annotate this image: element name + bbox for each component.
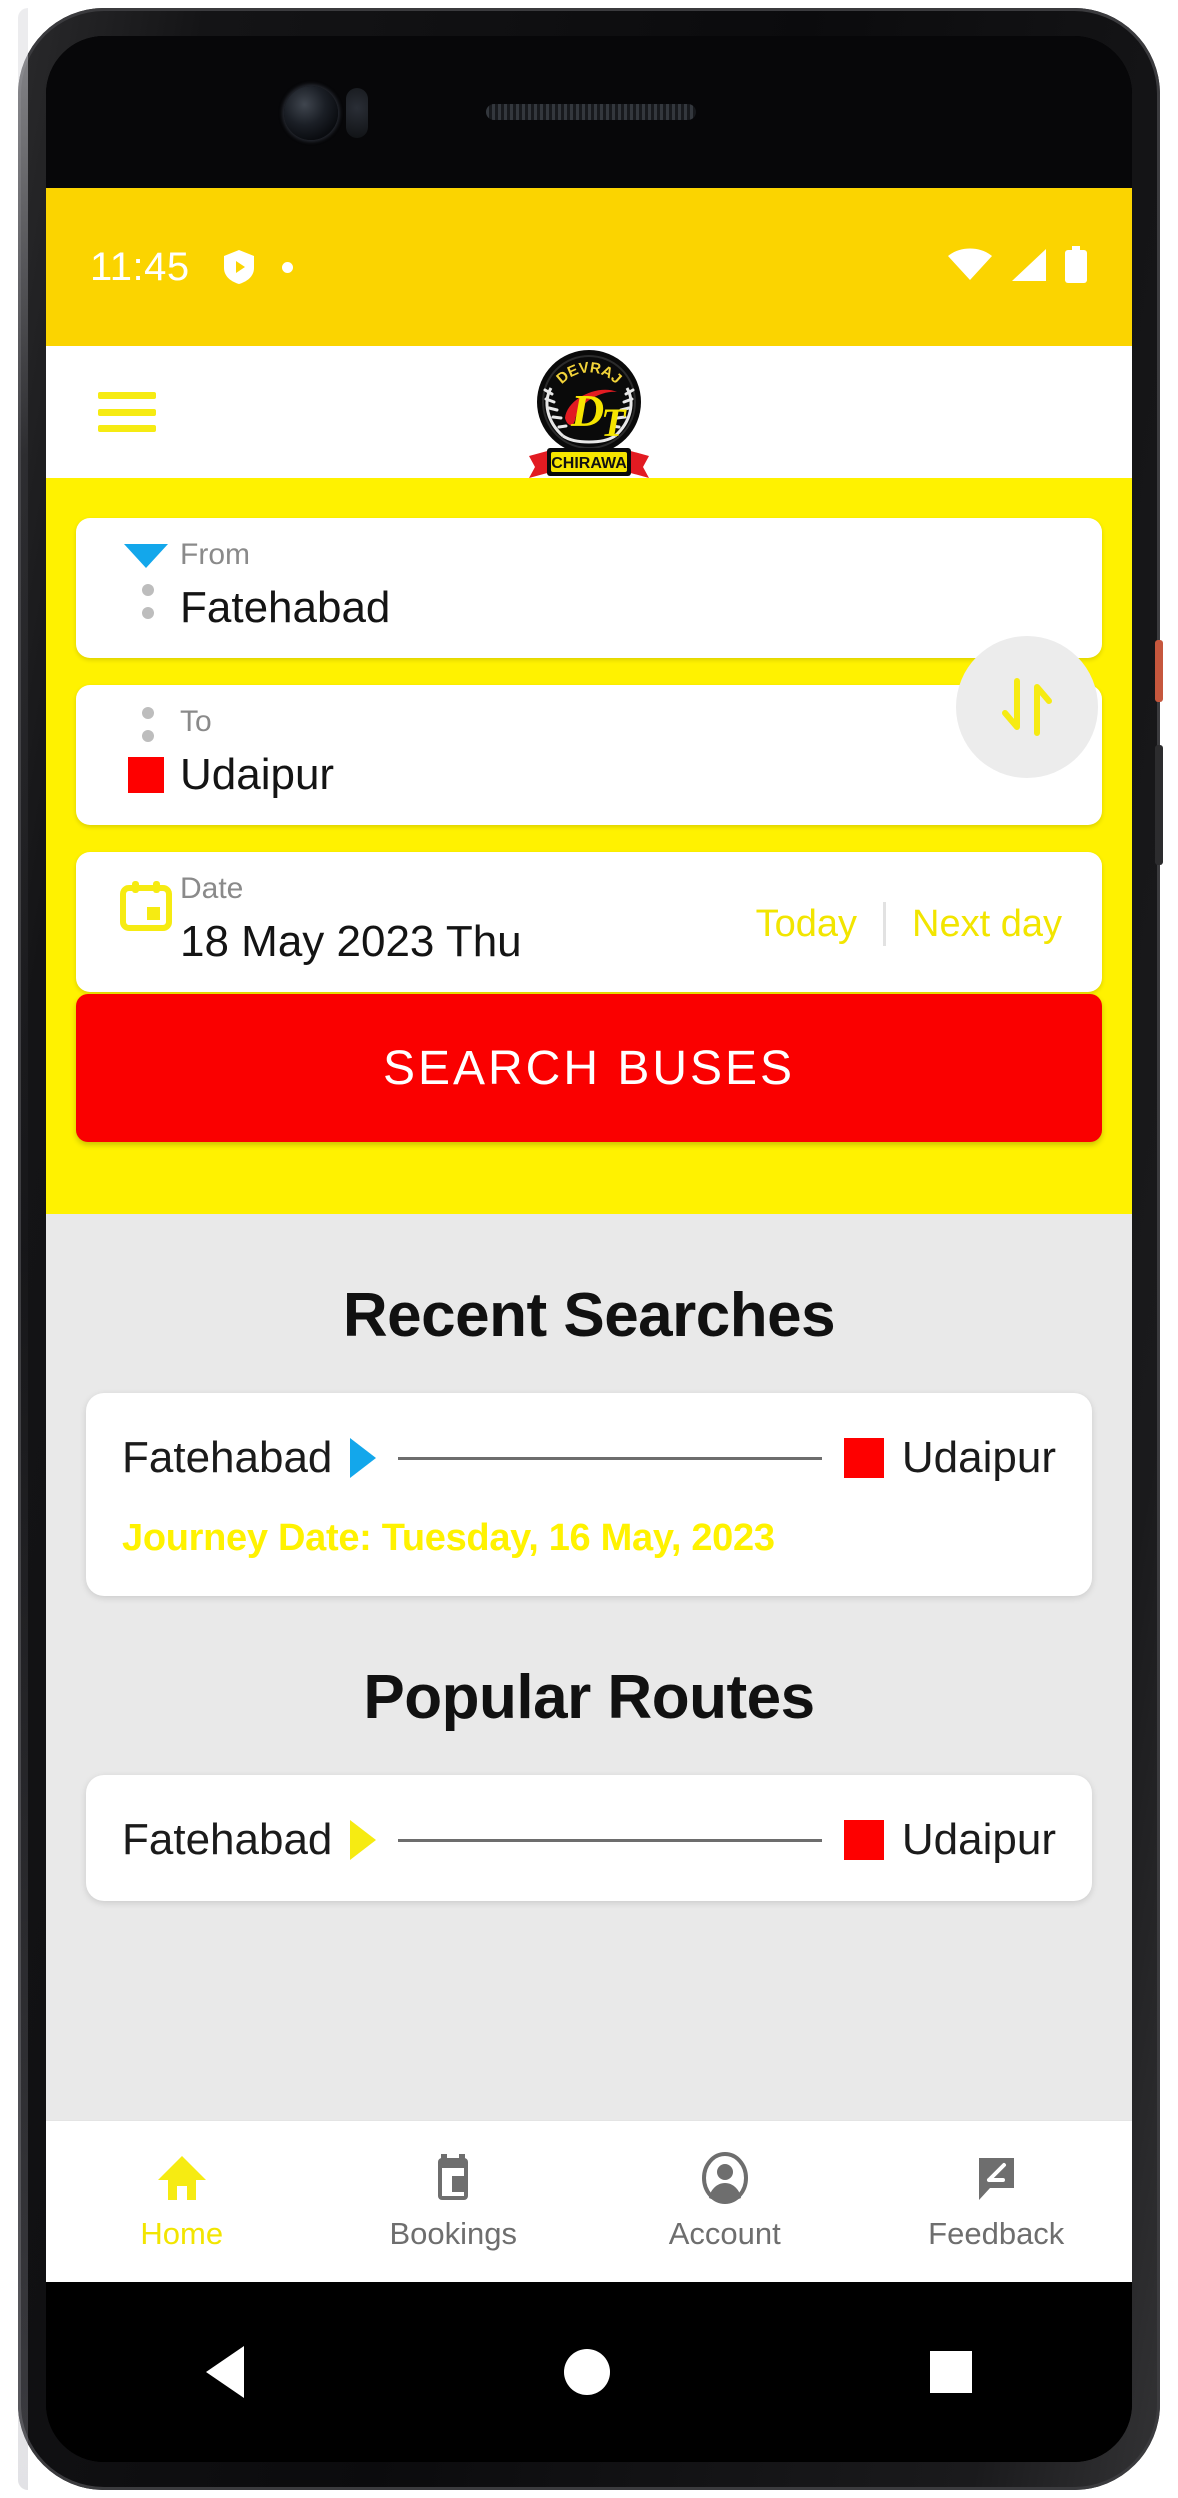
from-label: From [180,538,250,571]
home-icon [157,2155,206,2200]
shield-play-icon [223,250,254,284]
recent-search-card[interactable]: Fatehabad Udaipur Journey Date: Tuesday,… [86,1393,1092,1596]
search-buses-button[interactable]: SEARCH BUSES [76,994,1102,1142]
yellow-triangle-right-icon [350,1820,377,1860]
route-line: Fatehabad Udaipur [122,1815,1056,1865]
swap-locations-button[interactable] [956,636,1098,778]
status-bar: 11:45 [46,188,1132,346]
journey-date: Journey Date: Tuesday, 16 May, 2023 [122,1517,775,1559]
route-line: Fatehabad Udaipur [122,1433,1056,1483]
route-dots-icon [142,707,154,742]
status-right-icons [948,245,1088,289]
recent-destination: Udaipur [901,1433,1056,1482]
quick-date-buttons: Today Next day [756,902,1062,946]
popular-destination: Udaipur [901,1815,1056,1864]
hamburger-menu-icon[interactable] [98,392,156,432]
popular-route-card[interactable]: Fatehabad Udaipur [86,1775,1092,1901]
recent-searches-title: Recent Searches [342,1281,836,1350]
svg-text:CHIRAWA: CHIRAWA [551,455,627,472]
route-dots-icon [142,584,154,619]
nav-label-feedback: Feedback [928,2215,1065,2251]
home-circle-icon[interactable] [564,2349,610,2395]
quick-date-divider [883,902,887,946]
origin-marker-icon [124,544,168,568]
status-left-icons [223,250,293,284]
destination-marker-icon [128,757,164,793]
status-time: 11:45 [90,244,190,289]
today-button[interactable]: Today [756,903,857,946]
from-value: Fatehabad [180,583,391,632]
app-header: DEVRAJ D T CHIRAWA [46,346,1132,478]
popular-routes-title: Popular Routes [363,1663,815,1732]
nav-item-account[interactable]: Account [589,2151,861,2252]
date-field[interactable]: Date 18 May 2023 Thu Today Next day [76,852,1102,992]
swap-vertical-arrows-icon [1002,678,1052,736]
nav-label-bookings: Bookings [389,2215,518,2251]
person-circle-icon [701,2151,748,2204]
android-navigation-bar [46,2282,1132,2462]
hamburger-bar [98,408,156,416]
frame-edge-highlight [18,8,28,2490]
from-field[interactable]: From Fatehabad [76,518,1102,658]
sensor-icon [346,88,368,138]
nav-item-feedback[interactable]: Feedback [861,2152,1133,2252]
svg-text:T: T [601,400,627,445]
notification-dot-icon [281,261,293,273]
date-label: Date [180,872,244,905]
phone-screen: 11:45 DEVRAJ D T CHIRAWA From Fatehabad … [46,36,1132,2462]
calendar-icon [120,880,172,932]
nav-item-home[interactable]: Home [46,2152,318,2252]
blue-triangle-right-icon [350,1438,377,1478]
to-field[interactable]: To Udaipur [76,685,1102,825]
nav-label-account: Account [668,2215,781,2251]
hamburger-bar [98,392,156,399]
next-day-button[interactable]: Next day [912,903,1062,946]
device-top-hardware [46,36,1132,188]
to-value: Udaipur [180,750,335,799]
front-camera-icon [284,86,338,140]
earpiece-speaker [486,104,696,120]
svg-text:D: D [570,385,604,436]
route-connector-line [398,1456,822,1460]
back-triangle-icon[interactable] [206,2346,244,2398]
bottom-navigation: Home Bookings Account Feedback [46,2120,1132,2282]
ticket-icon [438,2153,469,2200]
volume-button[interactable] [1155,745,1163,865]
destination-marker-icon [843,1438,884,1478]
power-button[interactable] [1155,640,1163,702]
popular-origin: Fatehabad [122,1815,333,1864]
recent-origin: Fatehabad [122,1433,333,1482]
brand-logo: DEVRAJ D T CHIRAWA [521,344,657,480]
nav-label-home: Home [140,2215,224,2251]
battery-icon [1064,245,1088,289]
nav-item-bookings[interactable]: Bookings [318,2152,590,2252]
route-connector-line [398,1838,822,1842]
wifi-icon [948,248,992,287]
recents-square-icon[interactable] [930,2351,972,2393]
hamburger-bar [98,425,156,432]
destination-marker-icon [843,1820,884,1860]
feedback-pencil-icon [979,2157,1015,2200]
signal-icon [1008,248,1048,287]
